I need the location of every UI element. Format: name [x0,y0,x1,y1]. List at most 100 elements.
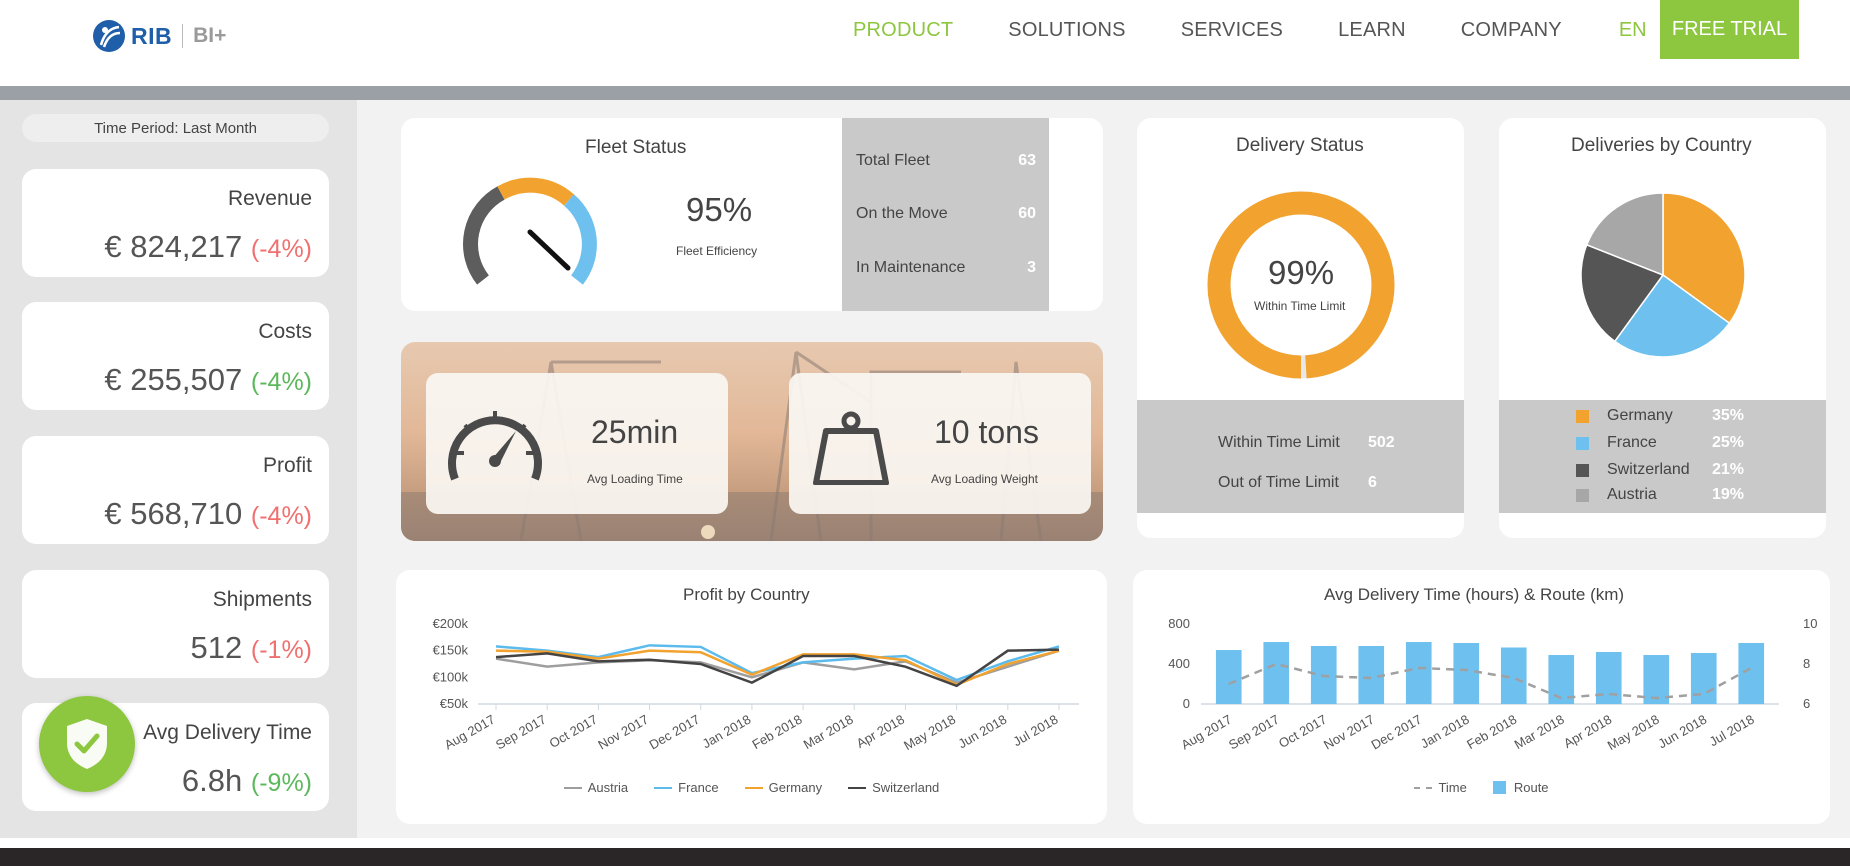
weight-icon [813,411,889,485]
gauge-segment-mid [497,177,575,206]
logo-subtext: BI+ [193,24,227,47]
legend-row-france: France 25% [1576,434,1744,452]
kpi-card-profit: Profit € 568,710 (-4%) [22,436,329,544]
legend-value: 35% [1712,407,1745,424]
x-tick-label: Oct 2017 [1276,712,1329,751]
loading-weight-label: Avg Loading Weight [931,472,1038,486]
kpi-value: € 255,507 (-4%) [104,362,312,398]
free-trial-button[interactable]: FREE TRIAL [1660,0,1799,59]
security-badge-button[interactable] [39,696,135,792]
nav-item-learn[interactable]: LEARN [1338,19,1406,42]
legend-item-time: Time [1414,780,1467,795]
nav-menu: PRODUCT SOLUTIONS SERVICES LEARN COMPANY… [853,0,1684,60]
delivery-percent: 99% [1268,254,1335,291]
nav-item-services[interactable]: SERVICES [1181,19,1283,42]
x-tick-label: Jul 2018 [1010,712,1060,750]
fleet-row-maintenance: In Maintenance 3 [856,259,1036,277]
kpi-card-shipments: Shipments 512 (-1%) [22,570,329,678]
y-right-tick-label: 6 [1803,696,1810,711]
rib-logo[interactable]: RIB BI+ [92,18,226,54]
x-tick-label: Oct 2017 [547,712,600,751]
route-bar [1453,643,1480,704]
legend-item-label: Germany [768,780,823,795]
x-tick-label: May 2018 [901,712,958,754]
kpi-label: Revenue [227,187,312,210]
legend-value: 21% [1712,461,1745,478]
x-tick-label: Mar 2018 [1512,712,1567,752]
kpi-number: € 255,507 [104,362,243,397]
time-period-selector[interactable]: Time Period: Last Month [22,114,329,142]
legend-line [563,786,582,789]
legend-item-germany: Germany [744,780,823,795]
kpi-value: € 824,217 (-4%) [104,229,312,265]
language-selector[interactable]: EN [1619,19,1647,42]
legend-swatch [1576,463,1589,477]
x-tick-label: Dec 2017 [647,712,703,753]
y-tick-label: €150k [433,643,469,658]
x-tick-label: Apr 2018 [854,712,907,751]
delivery-row-value: 502 [1368,434,1395,451]
x-tick-label: Sep 2017 [1226,712,1282,753]
legend-item-label: France [678,780,719,795]
legend-item-switzerland: Switzerland [848,780,939,795]
deliveries-pie-chart [1580,192,1746,358]
fleet-row-value: 3 [1027,259,1036,276]
fleet-gauge [463,177,597,285]
x-tick-label: Jul 2018 [1707,712,1757,750]
legend-row-switzerland: Switzerland 21% [1576,461,1744,479]
fleet-stats-table: Total Fleet 63 On the Move 60 In Maintenan… [842,118,1049,311]
kpi-label: Profit [262,454,312,477]
legend-label: Germany [1607,407,1673,424]
profit-line-chart: €200k €150k €100k €50kAug 2017Sep 2017Oct 2… [433,616,1079,754]
kpi-value: 6.8h (-9%) [182,763,312,799]
kpi-change: (-4%) [250,368,312,396]
route-bar [1215,650,1242,704]
legend-dash [1414,786,1433,789]
delivery-row-out: Out of Time Limit 6 [1218,474,1377,492]
kpi-change: (-9%) [250,769,312,797]
kpi-number: € 568,710 [104,496,243,531]
kpi-change: (-1%) [250,636,312,664]
legend-value: 25% [1712,434,1745,451]
loading-weight-value: 10 tons [934,414,1039,450]
fleet-row-label: In Maintenance [856,259,966,276]
legend-label: Switzerland [1607,461,1690,478]
loading-time-label: Avg Loading Time [587,472,683,486]
delivery-route-legend: Time Route [1133,780,1830,795]
fleet-status-title: Fleet Status [585,137,687,158]
loading-time-box: 25min Avg Loading Time [426,373,728,514]
fleet-efficiency-label: Fleet Efficiency [676,244,758,258]
x-tick-label: Nov 2017 [1321,712,1377,753]
legend-item-route: Route [1492,780,1549,795]
kpi-label: Avg Delivery Time [143,721,312,744]
y-tick-label: €100k [433,669,469,684]
delivery-stats-band: Within Time Limit 502 Out of Time Limit 6 [1137,400,1464,513]
nav-item-product[interactable]: PRODUCT [853,19,953,42]
kpi-value: 512 (-1%) [191,630,312,666]
delivery-row-label: Out of Time Limit [1218,474,1339,491]
kpi-number: 6.8h [181,763,243,798]
time-dashed-line [1228,662,1752,700]
loading-time-value: 25min [591,414,679,450]
x-tick-label: Jun 2018 [1655,712,1709,752]
logo-text: RIB [131,22,173,49]
deliveries-by-country-title: Deliveries by Country [1571,135,1752,156]
fleet-row-total: Total Fleet 63 [856,152,1036,170]
route-bar [1595,652,1622,704]
nav-item-solutions[interactable]: SOLUTIONS [1008,19,1125,42]
legend-label: France [1607,434,1657,451]
route-bar [1690,653,1717,704]
delivery-route-bar-chart: 800 400 0 10 8 6 Aug 2017Sep 2017Oct 2017Nov 2… [1168,616,1817,753]
nav-item-company[interactable]: COMPANY [1461,19,1562,42]
browser-taskbar [0,848,1850,866]
legend-item-label: Austria [587,780,629,795]
x-tick-label: Jan 2018 [1418,712,1472,752]
y-right-tick-label: 8 [1803,656,1810,671]
x-tick-label: Sep 2017 [493,712,549,753]
delivery-row-label: Within Time Limit [1218,434,1340,451]
x-tick-label: Jun 2018 [955,712,1009,752]
country-legend-band: Germany 35% France 25% Switzerland 21% Aust… [1499,400,1826,513]
kpi-value: € 568,710 (-4%) [104,496,312,532]
legend-swatch [1576,409,1589,423]
y-tick-label: €200k [433,616,469,631]
